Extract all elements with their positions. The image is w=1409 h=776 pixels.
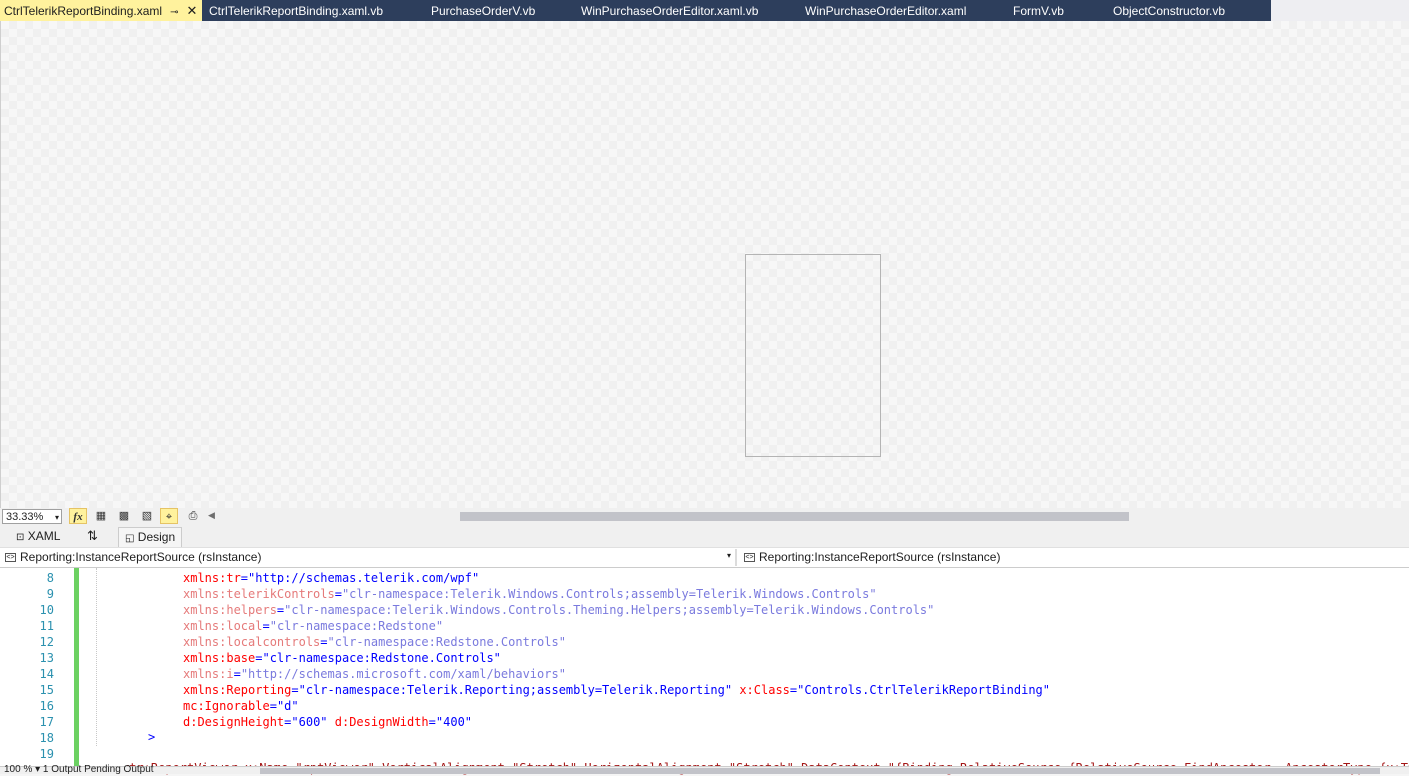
editor-horizontal-scrollbar[interactable] bbox=[260, 768, 1380, 774]
code-line: xmlns:base="clr-namespace:Redstone.Contr… bbox=[183, 651, 501, 665]
xml-value: "clr-namespace:Telerik.Windows.Controls;… bbox=[341, 587, 877, 601]
xml-attribute: mc:Ignorable bbox=[183, 699, 270, 713]
xml-attribute: xmlns:helpers bbox=[183, 603, 277, 617]
line-number: 10 bbox=[39, 603, 54, 617]
disable-project-code-icon[interactable]: ⎙ bbox=[184, 508, 202, 524]
code-line: d:DesignHeight="600" d:DesignWidth="400" bbox=[183, 715, 473, 729]
change-tracking-bar bbox=[74, 568, 79, 766]
indent-guide bbox=[96, 568, 97, 746]
xml-attribute: xmlns:i bbox=[183, 667, 234, 681]
grid-icon[interactable]: ▦ bbox=[92, 508, 110, 524]
line-number: 11 bbox=[39, 619, 54, 633]
chevron-down-icon: ▾ bbox=[54, 513, 59, 522]
xml-value: "clr-namespace:Telerik.Reporting;assembl… bbox=[298, 683, 733, 697]
line-number: 14 bbox=[39, 667, 54, 681]
xaml-element-icon: <> bbox=[744, 553, 755, 563]
xml-value: "600" bbox=[291, 715, 328, 729]
xml-attribute: xmlns:local bbox=[183, 619, 263, 633]
xml-attribute: xmlns:telerikControls bbox=[183, 587, 335, 601]
xml-attribute: xmlns:tr bbox=[183, 571, 241, 585]
tab-ctrltelerikreportbinding-xaml-vb[interactable]: CtrlTelerikReportBinding.xaml.vb bbox=[209, 0, 383, 21]
design-icon: ◱ bbox=[125, 533, 135, 544]
checkerboard-icon[interactable]: ▧ bbox=[138, 508, 156, 524]
tab-design[interactable]: ◱ Design bbox=[118, 527, 183, 547]
chevron-down-icon[interactable]: ▾ bbox=[727, 551, 731, 560]
xml-value: "http://schemas.telerik.com/wpf" bbox=[248, 571, 480, 585]
code-line: mc:Ignorable="d" bbox=[183, 699, 299, 713]
design-artboard[interactable] bbox=[745, 254, 881, 457]
tab-xaml[interactable]: ⊡ XAML bbox=[16, 527, 60, 546]
zoom-dropdown[interactable]: 33.33% ▾ bbox=[2, 509, 62, 524]
line-number: 15 bbox=[39, 683, 54, 697]
line-number: 8 bbox=[46, 571, 54, 585]
tab-label: WinPurchaseOrderEditor.xaml.vb bbox=[581, 4, 759, 18]
line-number: 13 bbox=[39, 651, 54, 665]
tab-xaml-label: XAML bbox=[27, 529, 61, 543]
xml-value: "clr-namespace:Redstone.Controls" bbox=[262, 651, 501, 665]
xml-value: "clr-namespace:Telerik.Windows.Controls.… bbox=[284, 603, 935, 617]
navigation-bar-splitter[interactable] bbox=[735, 549, 737, 566]
code-line: xmlns:local="clr-namespace:Redstone" bbox=[183, 619, 444, 633]
tab-winpurchaseordereditor-xaml-vb[interactable]: WinPurchaseOrderEditor.xaml.vb bbox=[581, 0, 758, 21]
split-view-bar bbox=[0, 526, 1409, 547]
line-number: 9 bbox=[46, 587, 54, 601]
xaml-element-icon: <> bbox=[5, 553, 16, 563]
zoom-value: 33.33% bbox=[6, 511, 44, 523]
element-navigator-left-label: Reporting:InstanceReportSource (rsInstan… bbox=[20, 550, 262, 564]
element-navigator-right[interactable]: <> Reporting:InstanceReportSource (rsInst… bbox=[744, 549, 1000, 566]
artboard-background-icon[interactable]: ▩ bbox=[115, 508, 133, 524]
closing-bracket: > bbox=[148, 730, 156, 744]
line-number: 17 bbox=[39, 715, 54, 729]
tab-purchaseorderv-vb[interactable]: PurchaseOrderV.vb bbox=[431, 0, 535, 21]
xml-value: "400" bbox=[435, 715, 473, 729]
close-icon[interactable]: ✕ bbox=[186, 0, 197, 22]
line-number: 19 bbox=[39, 747, 54, 761]
xml-value: "clr-namespace:Redstone.Controls" bbox=[327, 635, 566, 649]
line-number: 18 bbox=[39, 731, 54, 745]
xml-attribute: xmlns:base bbox=[183, 651, 256, 665]
swap-panes-icon[interactable]: ⇅ bbox=[87, 527, 98, 546]
xml-attribute: d:DesignHeight bbox=[183, 715, 285, 729]
code-line: xmlns:Reporting="clr-namespace:Telerik.R… bbox=[183, 683, 1050, 697]
code-line: xmlns:localcontrols="clr-namespace:Redst… bbox=[183, 635, 566, 649]
tab-label: FormV.vb bbox=[1013, 4, 1064, 18]
tab-design-label: Design bbox=[137, 530, 176, 544]
tab-objectconstructor-vb[interactable]: ObjectConstructor.vb bbox=[1113, 0, 1225, 21]
xml-value: "Controls.CtrlTelerikReportBinding" bbox=[797, 683, 1050, 697]
xml-value: "clr-namespace:Redstone" bbox=[269, 619, 444, 633]
tab-formv-vb[interactable]: FormV.vb bbox=[1013, 0, 1064, 21]
xaml-icon: ⊡ bbox=[16, 532, 25, 543]
line-number: 16 bbox=[39, 699, 54, 713]
design-surface[interactable] bbox=[0, 21, 1409, 508]
tab-label: PurchaseOrderV.vb bbox=[431, 4, 536, 18]
xml-value: "d" bbox=[276, 699, 299, 713]
xml-attribute: d:DesignWidth bbox=[327, 715, 429, 729]
code-line: xmlns:telerikControls="clr-namespace:Tel… bbox=[183, 587, 877, 601]
element-navigator-left[interactable]: <> Reporting:InstanceReportSource (rsInst… bbox=[5, 549, 261, 566]
xml-value: "http://schemas.microsoft.com/xaml/behav… bbox=[240, 667, 566, 681]
line-number: 12 bbox=[39, 635, 54, 649]
horizontal-scrollbar-thumb[interactable] bbox=[460, 512, 1129, 521]
tab-label: CtrlTelerikReportBinding.xaml bbox=[4, 4, 163, 18]
tab-ctrltelerikreportbinding-xaml[interactable]: CtrlTelerikReportBinding.xaml ⊸ ✕ bbox=[0, 0, 202, 21]
tab-winpurchaseordereditor-xaml[interactable]: WinPurchaseOrderEditor.xaml bbox=[805, 0, 966, 21]
tab-label: ObjectConstructor.vb bbox=[1113, 4, 1226, 18]
code-line: xmlns:i="http://schemas.microsoft.com/xa… bbox=[183, 667, 566, 681]
xml-attribute: xmlns:Reporting bbox=[183, 683, 292, 697]
code-line: xmlns:helpers="clr-namespace:Telerik.Win… bbox=[183, 603, 935, 617]
scroll-left-icon[interactable]: ◀ bbox=[208, 510, 215, 521]
tab-label: CtrlTelerikReportBinding.xaml.vb bbox=[209, 4, 384, 18]
code-line: xmlns:tr="http://schemas.telerik.com/wpf… bbox=[183, 571, 480, 585]
xml-attribute: xmlns:localcontrols bbox=[183, 635, 321, 649]
xml-attribute: x:Class bbox=[732, 683, 790, 697]
element-navigator-right-label: Reporting:InstanceReportSource (rsInstan… bbox=[759, 550, 1001, 564]
tab-label: WinPurchaseOrderEditor.xaml bbox=[805, 4, 967, 18]
snap-to-gridlines-icon[interactable]: ⌖ bbox=[160, 508, 178, 524]
fx-effects-toggle[interactable]: fx bbox=[69, 508, 87, 524]
